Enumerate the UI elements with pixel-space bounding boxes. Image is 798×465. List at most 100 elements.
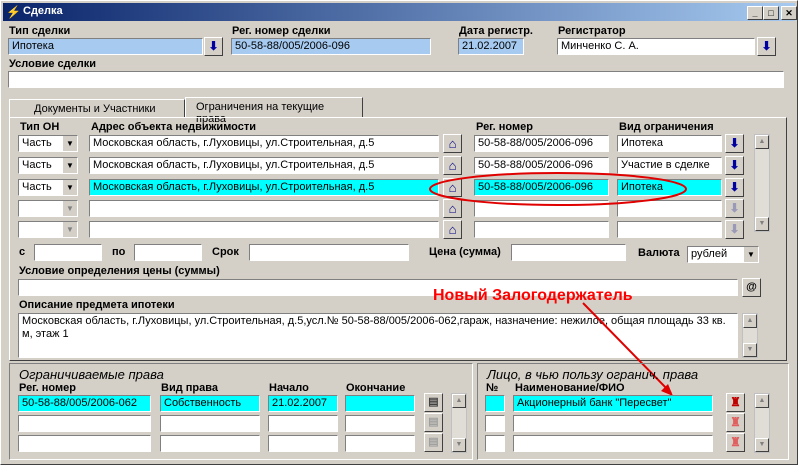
arrow-down-icon: ⬇ <box>729 201 740 215</box>
dropdown-arrow-icon: ▼ <box>62 222 77 237</box>
scroll-down-icon[interactable]: ▼ <box>743 343 757 357</box>
scroll-down-icon[interactable]: ▼ <box>755 217 769 231</box>
row-type-combo[interactable]: ▼ <box>18 200 78 217</box>
reg-number-field[interactable]: 50-58-88/005/2006-096 <box>231 38 431 55</box>
row-kind-field[interactable] <box>617 221 722 238</box>
dropdown-arrow-icon: ▼ <box>62 201 77 216</box>
row-address-field-selected[interactable]: Московская область, г.Луховицы, ул.Строи… <box>89 179 439 196</box>
house-icon-button[interactable]: ⌂ <box>443 220 462 239</box>
col-regnum-header: Рег. номер <box>476 121 533 133</box>
ben-person-button[interactable]: ♜ <box>726 413 745 432</box>
row-address-field[interactable]: Московская область, г.Луховицы, ул.Строи… <box>89 157 439 174</box>
ben-person-button[interactable]: ♜ <box>726 393 745 412</box>
lr-start-field[interactable]: 21.02.2007 <box>268 395 338 412</box>
tab-documents[interactable]: Документы и Участники <box>9 99 185 117</box>
row-type-combo[interactable]: ▼ <box>18 221 78 238</box>
row-address-field[interactable] <box>89 221 439 238</box>
row-type-combo[interactable]: Часть ▼ <box>18 135 78 152</box>
row-kind-field[interactable]: Ипотека <box>617 135 722 152</box>
lr-col-regnum-header: Рег. номер <box>19 382 76 394</box>
row-address-field[interactable] <box>89 200 439 217</box>
tab-restrictions[interactable]: Ограничения на текущие права <box>185 97 363 125</box>
scroll-up-icon[interactable]: ▲ <box>452 394 466 408</box>
house-icon-button[interactable]: ⌂ <box>443 134 462 153</box>
restrictions-scrollbar[interactable]: ▲ ▼ <box>754 134 770 232</box>
arrow-down-icon: ⬇ <box>761 39 772 53</box>
lr-kind-field[interactable] <box>160 415 260 432</box>
document-icon: ▤ <box>428 416 439 428</box>
dropdown-arrow-icon: ▼ <box>743 247 758 262</box>
scroll-down-icon[interactable]: ▼ <box>755 438 769 452</box>
lr-regnum-field[interactable]: 50-58-88/005/2006-062 <box>18 395 151 412</box>
ben-name-field[interactable] <box>513 435 713 452</box>
condition-field[interactable] <box>8 71 784 88</box>
reg-date-field[interactable]: 21.02.2007 <box>458 38 524 55</box>
term-field[interactable] <box>249 244 409 261</box>
deal-type-select-button[interactable]: ⬇ <box>204 37 223 56</box>
row-regnum-field[interactable] <box>474 221 609 238</box>
ben-name-field[interactable]: Акционерный банк "Пересвет" <box>513 395 713 412</box>
arrow-down-icon: ⬇ <box>729 136 740 150</box>
dropdown-arrow-icon: ▼ <box>62 180 77 195</box>
deal-type-field[interactable]: Ипотека <box>8 38 203 55</box>
at-button[interactable]: @ <box>742 278 761 297</box>
lr-doc-button[interactable]: ▤ <box>424 433 443 452</box>
scroll-up-icon[interactable]: ▲ <box>743 314 757 328</box>
lr-end-field[interactable] <box>345 395 415 412</box>
scroll-down-icon[interactable]: ▼ <box>452 438 466 452</box>
lr-regnum-field[interactable] <box>18 435 151 452</box>
highlight-oval <box>429 172 687 206</box>
row-kind-select-button[interactable]: ⬇ <box>725 134 744 153</box>
ben-num-field[interactable] <box>485 395 505 412</box>
row-kind-select-button[interactable]: ⬇ <box>725 220 744 239</box>
minimize-button[interactable]: _ <box>747 6 763 20</box>
arrow-down-icon: ⬇ <box>729 180 740 194</box>
subject-scrollbar[interactable]: ▲ ▼ <box>742 313 758 358</box>
price-field[interactable] <box>511 244 626 261</box>
row-type-combo[interactable]: Часть ▼ <box>18 157 78 174</box>
ben-col-num-header: № <box>486 382 499 394</box>
row-kind-select-button[interactable]: ⬇ <box>725 199 744 218</box>
limited-rights-title: Ограничиваемые права <box>19 367 164 382</box>
close-button[interactable]: ✕ <box>781 6 797 20</box>
row-type-combo[interactable]: Часть ▼ <box>18 179 78 196</box>
to-field[interactable] <box>134 244 202 261</box>
lr-kind-field[interactable]: Собственность <box>160 395 260 412</box>
registrar-select-button[interactable]: ⬇ <box>757 37 776 56</box>
lr-col-end-header: Окончание <box>346 382 406 394</box>
lr-start-field[interactable] <box>268 415 338 432</box>
lr-start-field[interactable] <box>268 435 338 452</box>
ben-name-field[interactable] <box>513 415 713 432</box>
lr-regnum-field[interactable] <box>18 415 151 432</box>
scroll-up-icon[interactable]: ▲ <box>755 394 769 408</box>
scroll-up-icon[interactable]: ▲ <box>755 135 769 149</box>
person-icon: ♜ <box>730 435 741 449</box>
to-label: по <box>112 246 126 258</box>
document-icon: ▤ <box>428 396 439 408</box>
reg-date-label: Дата регистр. <box>459 25 533 37</box>
lr-end-field[interactable] <box>345 415 415 432</box>
condition-label: Условие сделки <box>9 58 97 70</box>
lr-end-field[interactable] <box>345 435 415 452</box>
row-kind-select-button[interactable]: ⬇ <box>725 156 744 175</box>
ben-col-name-header: Наименование/ФИО <box>515 382 625 394</box>
ben-person-button[interactable]: ♜ <box>726 433 745 452</box>
currency-combo[interactable]: рублей ▼ <box>687 246 759 263</box>
ben-num-field[interactable] <box>485 415 505 432</box>
beneficiary-scrollbar[interactable]: ▲ ▼ <box>754 393 770 453</box>
row-address-field[interactable]: Московская область, г.Луховицы, ул.Строи… <box>89 135 439 152</box>
from-field[interactable] <box>34 244 102 261</box>
deal-type-label: Тип сделки <box>9 25 71 37</box>
ben-num-field[interactable] <box>485 435 505 452</box>
limited-rights-scrollbar[interactable]: ▲ ▼ <box>451 393 467 453</box>
row-kind-select-button[interactable]: ⬇ <box>725 178 744 197</box>
lr-doc-button[interactable]: ▤ <box>424 393 443 412</box>
row-regnum-field[interactable]: 50-58-88/005/2006-096 <box>474 135 609 152</box>
lr-doc-button[interactable]: ▤ <box>424 413 443 432</box>
registrar-field[interactable]: Минченко С. А. <box>557 38 755 55</box>
maximize-button[interactable]: □ <box>763 6 779 20</box>
price-label: Цена (сумма) <box>429 246 501 258</box>
lr-kind-field[interactable] <box>160 435 260 452</box>
house-icon: ⌂ <box>448 136 457 151</box>
arrow-down-icon: ⬇ <box>208 39 219 53</box>
